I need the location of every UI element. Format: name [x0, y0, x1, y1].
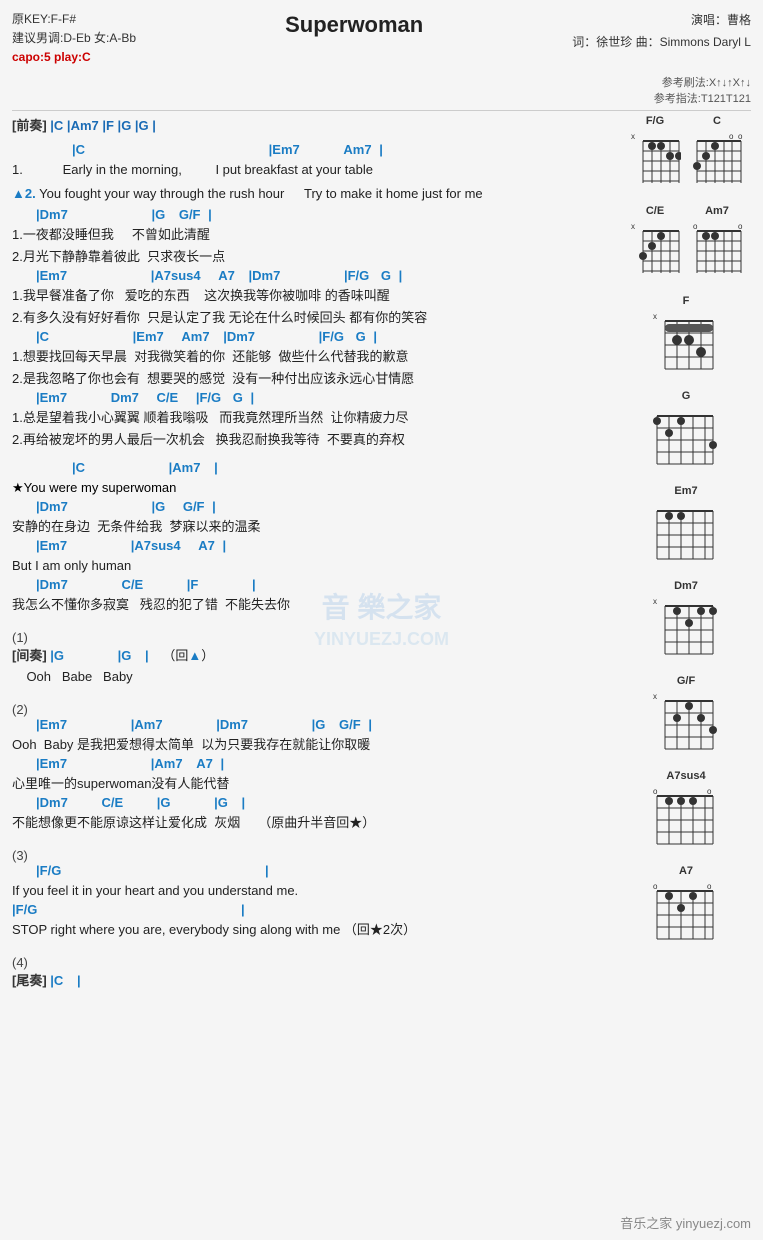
- main-content: [前奏] |C |Am7 |F |G |G | |C |Em7 Am7 | 1.…: [12, 115, 751, 992]
- section3-chord-line1: |F/G |: [12, 863, 613, 878]
- svg-text:x: x: [631, 132, 635, 141]
- verse1-lyric-line1: 1. Early in the morning, I put breakfast…: [12, 159, 613, 181]
- section-2-label: (2): [12, 702, 613, 717]
- chorus-lyric4: 我怎么不懂你多寂寞 残忍的犯了错 不能失去你: [12, 594, 613, 616]
- chorus-chord-line3: |Em7 |A7sus4 A7 |: [12, 538, 613, 553]
- verse1-lyric-zh4: 2.有多久没有好好看你 只是认定了我 无论在什么时候回头 都有你的笑容: [12, 307, 613, 329]
- verse1-lyric-zh5: 1.想要找回每天早晨 对我微笑着的你 还能够 做些什么代替我的歉意: [12, 346, 613, 368]
- svg-text:o: o: [707, 882, 712, 891]
- svg-text:x: x: [631, 222, 635, 231]
- song-title: Superwoman: [136, 10, 572, 68]
- chord-diagram-row1: F/G x: [621, 115, 751, 197]
- chord-diagram-GF: G/F x: [621, 675, 751, 760]
- section3-lyric2: STOP right where you are, everybody sing…: [12, 919, 613, 941]
- svg-text:x: x: [653, 312, 657, 321]
- divider: [12, 110, 751, 111]
- chord-diagram-Dm7: Dm7 x: [621, 580, 751, 665]
- section2-chord-line3: |Dm7 C/E |G |G |: [12, 795, 613, 810]
- section2-lyric3: 不能想像更不能原谅这样让爱化成 灰烟 （原曲升半音回★）: [12, 812, 613, 834]
- svg-text:o: o: [653, 882, 658, 891]
- chord-diagram-CE: C/E x: [629, 205, 681, 277]
- chord-diagram-Em7: Em7: [621, 485, 751, 570]
- interlude-lyric: Ooh Babe Baby: [12, 666, 613, 688]
- chord-diagram-C: C o o: [691, 115, 743, 187]
- verse1-chord-line4: |C |Em7 Am7 |Dm7 |F/G G |: [12, 329, 613, 344]
- verse1-chord-line2: |Dm7 |G G/F |: [12, 207, 613, 222]
- verse1-lyric-zh1: 1.一夜都没睡但我 不曾如此清醒: [12, 224, 613, 246]
- interlude-tag-line: [间奏] |G |G | （回▲）: [12, 645, 613, 664]
- section2-chord-line1: |Em7 |Am7 |Dm7 |G G/F |: [12, 717, 613, 732]
- section-1-label: (1): [12, 630, 613, 645]
- verse1-lyric-zh7: 1.总是望着我小心翼翼 顺着我嗡吸 而我竟然理所当然 让你精疲力尽: [12, 407, 613, 429]
- svg-text:o: o: [707, 787, 712, 796]
- bottom-logo: 音乐之家 yinyuezj.com: [620, 1213, 751, 1232]
- chord-Am7: Am7: [343, 142, 371, 157]
- section3-chord-line2: |F/G |: [12, 902, 613, 917]
- section-3-label: (3): [12, 848, 613, 863]
- chorus-lyric3: But I am only human: [12, 555, 613, 577]
- svg-text:x: x: [653, 597, 657, 606]
- chord-diagram-Am7: Am7 o o: [691, 205, 743, 277]
- chord-diagram-F: F x: [621, 295, 751, 380]
- prelude-tag: [前奏]: [12, 118, 47, 133]
- chord-Em7: |Em7: [269, 142, 300, 157]
- verse1-chord-line1: |C |Em7 Am7 |: [12, 142, 613, 157]
- chord-diagram-row2: C/E x: [621, 205, 751, 287]
- chords-sidebar: F/G x: [621, 115, 751, 992]
- verse1-lyric-zh2: 2.月光下静静靠着彼此 只求夜长一点: [12, 246, 613, 268]
- chord-diagram-A7sus4: A7sus4 o o: [621, 770, 751, 855]
- prelude-section: [前奏] |C |Am7 |F |G |G |: [12, 115, 613, 134]
- chorus-lyric1: ★You were my superwoman: [12, 477, 613, 499]
- svg-text:o: o: [693, 222, 698, 231]
- section2-lyric2: 心里唯一的superwoman没有人能代替: [12, 773, 613, 795]
- header-right: 演唱：曹格 词：徐世珍 曲：Simmons Daryl L: [572, 10, 751, 68]
- header-left: 原KEY:F-F# 建议男调:D-Eb 女:A-Bb capo:5 play:C: [12, 10, 136, 68]
- chord-bar: |: [379, 142, 383, 157]
- svg-text:o: o: [738, 132, 743, 141]
- chord-diagram-A7: A7 o o: [621, 865, 751, 950]
- outro-tag-line: [尾奏] |C |: [12, 970, 613, 989]
- lyrics-section: [前奏] |C |Am7 |F |G |G | |C |Em7 Am7 | 1.…: [12, 115, 613, 992]
- verse1-lyric-line2-marker: ▲2. You fought your way through the rush…: [12, 183, 613, 205]
- chorus-chord-line2: |Dm7 |G G/F |: [12, 499, 613, 514]
- credits: 词：徐世珍 曲：Simmons Daryl L: [572, 32, 751, 54]
- chord-C: |C: [72, 142, 85, 157]
- verse1-lyric-zh8: 2.再给被宠坏的男人最后一次机会 换我忍耐换我等待 不要真的弃权: [12, 429, 613, 451]
- section3-lyric1: If you feel it in your heart and you und…: [12, 880, 613, 902]
- section-4-label: (4): [12, 955, 613, 970]
- svg-text:x: x: [653, 692, 657, 701]
- section2-chord-line2: |Em7 |Am7 A7 |: [12, 756, 613, 771]
- chord-diagram-FG: F/G x: [629, 115, 681, 187]
- header: 原KEY:F-F# 建议男调:D-Eb 女:A-Bb capo:5 play:C…: [12, 10, 751, 68]
- svg-text:o: o: [729, 132, 734, 141]
- section2-lyric1: Ooh Baby 是我把爱想得太简单 以为只要我存在就能让你取暖: [12, 734, 613, 756]
- original-key: 原KEY:F-F#: [12, 10, 136, 29]
- chord-diagram-G: G: [621, 390, 751, 475]
- chorus-lyric2: 安静的在身边 无条件给我 梦寐以来的温柔: [12, 516, 613, 538]
- chorus-chord-line1: |C |Am7 |: [12, 460, 613, 475]
- performer: 演唱：曹格: [572, 10, 751, 32]
- chorus-chord-line4: |Dm7 C/E |F |: [12, 577, 613, 592]
- svg-text:o: o: [653, 787, 658, 796]
- verse1-chord-line5: |Em7 Dm7 C/E |F/G G |: [12, 390, 613, 405]
- prelude-chords: |C |Am7 |F |G |G |: [50, 118, 156, 133]
- svg-text:o: o: [738, 222, 743, 231]
- ref-strums: 参考刷法:X↑↓↑X↑↓ 参考指法:T121T121: [12, 74, 751, 106]
- verse1-lyric-zh3: 1.我早餐准备了你 爱吃的东西 这次换我等你被咖啡 的香味叫醒: [12, 285, 613, 307]
- capo-info: capo:5 play:C: [12, 48, 136, 67]
- verse1-chord-line3: |Em7 |A7sus4 A7 |Dm7 |F/G G |: [12, 268, 613, 283]
- suggested-key: 建议男调:D-Eb 女:A-Bb: [12, 29, 136, 48]
- verse1-lyric-zh6: 2.是我忽略了你也会有 想要哭的感觉 没有一种付出应该永远心甘情愿: [12, 368, 613, 390]
